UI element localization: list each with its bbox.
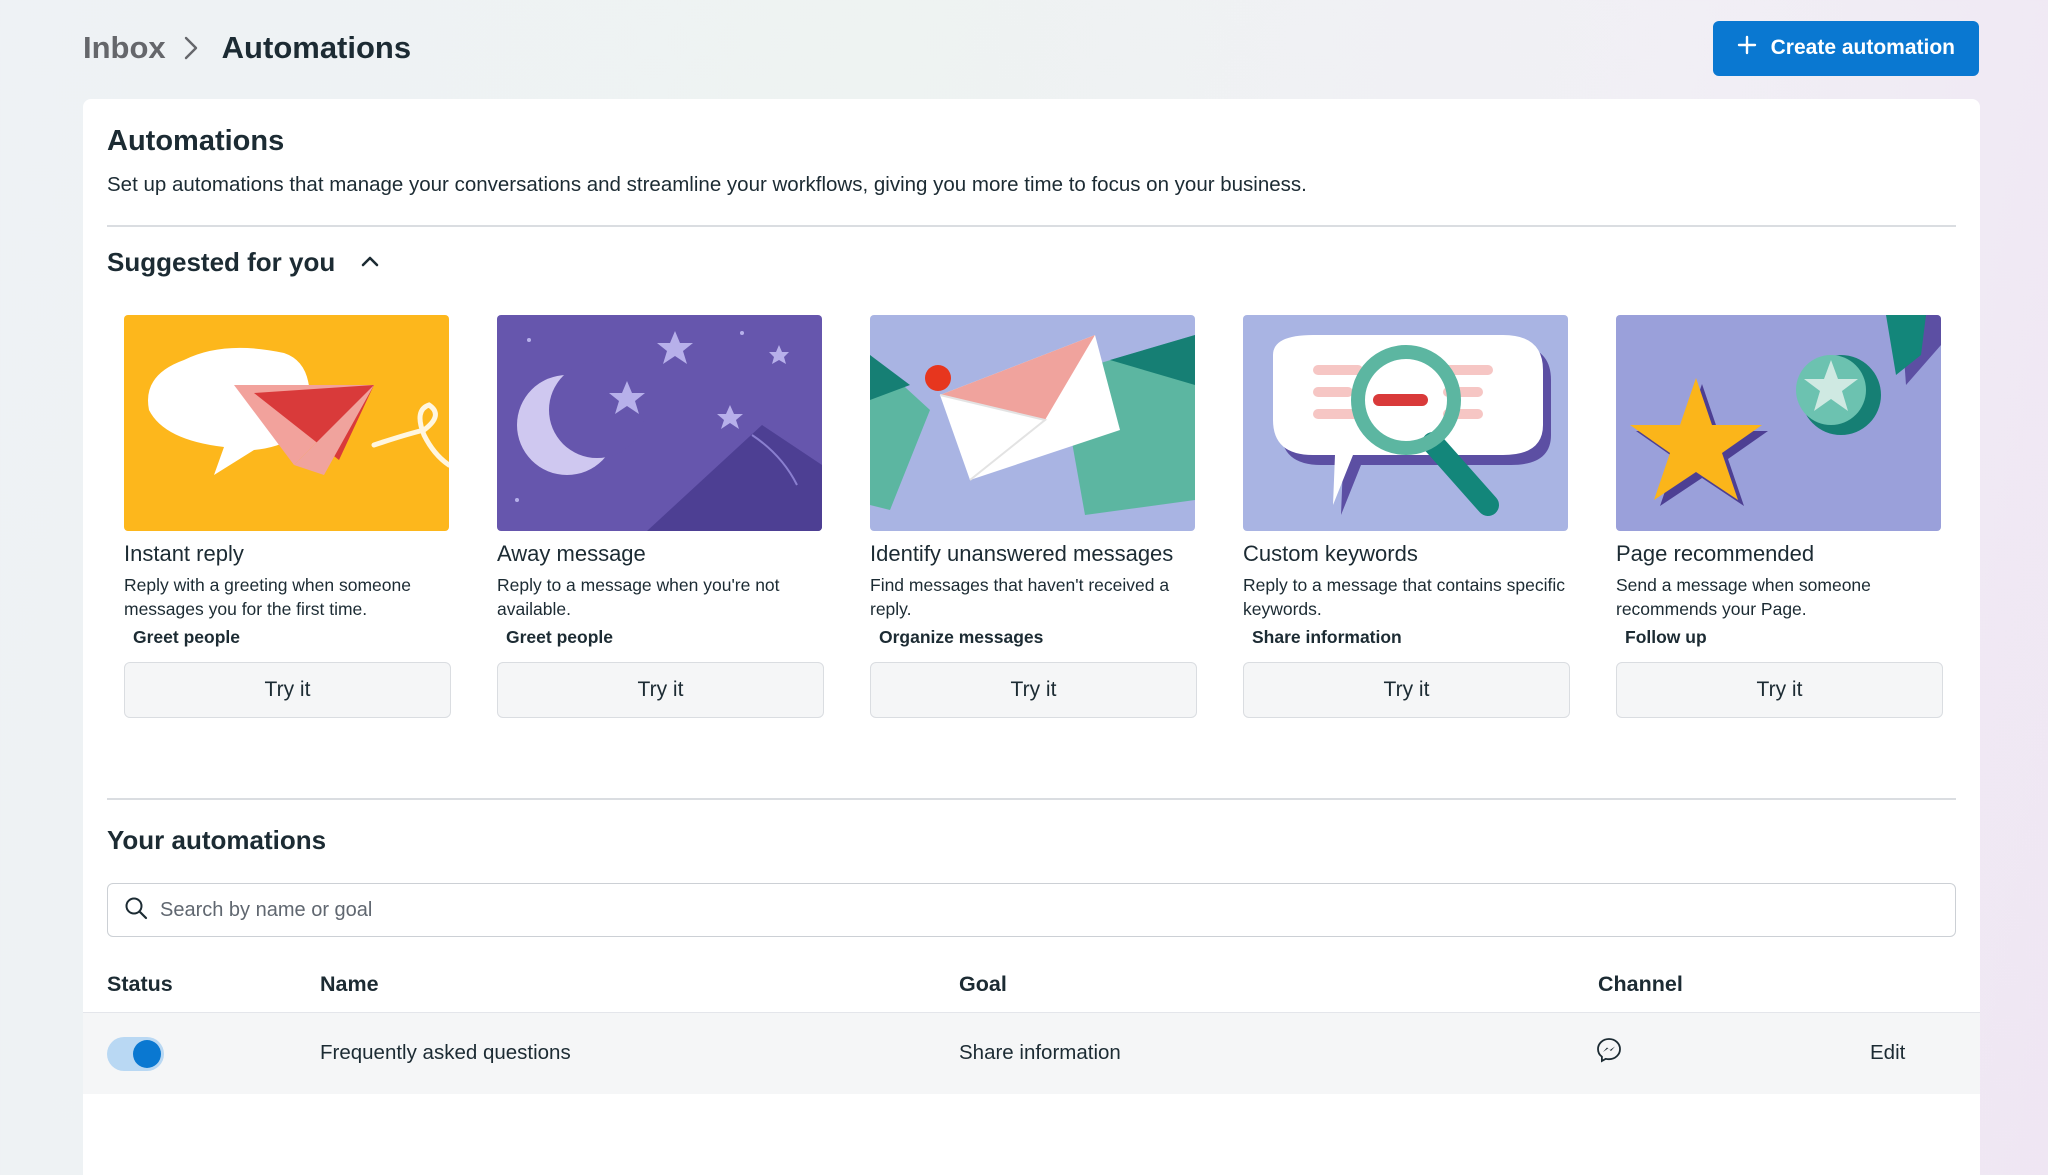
column-header-status: Status <box>107 972 173 996</box>
card-goal-tag: Greet people <box>133 627 240 647</box>
try-it-button[interactable]: Try it <box>497 662 824 718</box>
card-description: Reply to a message when you're not avail… <box>497 575 780 619</box>
card-goal-tag: Share information <box>1252 627 1402 647</box>
suggested-header[interactable]: Suggested for you <box>107 247 379 278</box>
card-away-message: Away message Reply to a message when you… <box>497 315 824 718</box>
chevron-up-icon[interactable] <box>361 254 379 272</box>
page-title: Automations <box>221 30 412 65</box>
card-description: Find messages that haven't received a re… <box>870 575 1170 619</box>
search-icon <box>124 896 148 925</box>
plus-icon <box>1737 35 1757 61</box>
status-toggle[interactable] <box>107 1037 164 1071</box>
automations-panel: Automations Set up automations that mana… <box>83 99 1980 1175</box>
card-title: Page recommended <box>1616 541 1815 566</box>
search-input[interactable] <box>160 898 1860 922</box>
card-instant-reply: Instant reply Reply with a greeting when… <box>124 315 451 718</box>
divider <box>107 798 1956 800</box>
card-page-recommended: Page recommended Send a message when som… <box>1616 315 1943 718</box>
top-bar: Inbox Automations Create automation <box>83 20 1979 76</box>
automation-name: Frequently asked questions <box>320 1041 571 1064</box>
card-title: Custom keywords <box>1243 541 1418 566</box>
try-it-button[interactable]: Try it <box>1243 662 1570 718</box>
try-it-button[interactable]: Try it <box>124 662 451 718</box>
messenger-icon <box>1597 1038 1621 1063</box>
card-goal-tag: Organize messages <box>879 627 1044 647</box>
divider <box>107 225 1956 227</box>
chevron-right-icon <box>184 34 204 62</box>
section-subtitle: Set up automations that manage your conv… <box>107 173 1307 196</box>
card-title: Instant reply <box>124 541 244 566</box>
page-recommended-illustration <box>1616 315 1941 531</box>
card-description: Send a message when someone recommends y… <box>1616 575 1871 619</box>
card-description: Reply with a greeting when someone messa… <box>124 575 411 619</box>
unanswered-messages-illustration <box>870 315 1195 531</box>
table-row[interactable]: Frequently asked questions Share informa… <box>83 1012 1980 1094</box>
create-automation-label: Create automation <box>1770 36 1955 59</box>
breadcrumb: Inbox Automations <box>83 30 411 66</box>
edit-link[interactable]: Edit <box>1870 1041 1905 1065</box>
card-title: Identify unanswered messages <box>870 541 1174 566</box>
card-description: Reply to a message that contains specifi… <box>1243 575 1565 619</box>
try-it-button[interactable]: Try it <box>870 662 1197 718</box>
search-box[interactable] <box>107 883 1956 937</box>
create-automation-button[interactable]: Create automation <box>1712 20 1979 76</box>
column-header-goal: Goal <box>959 972 1007 996</box>
card-custom-keywords: Custom keywords Reply to a message that … <box>1243 315 1570 718</box>
column-header-name: Name <box>320 972 379 996</box>
suggested-title: Suggested for you <box>107 247 336 277</box>
custom-keywords-illustration <box>1243 315 1568 531</box>
card-goal-tag: Greet people <box>506 627 613 647</box>
suggested-cards: Instant reply Reply with a greeting when… <box>124 315 1943 718</box>
card-title: Away message <box>497 541 646 566</box>
your-automations-title: Your automations <box>107 825 327 855</box>
breadcrumb-inbox-link[interactable]: Inbox <box>83 30 166 66</box>
instant-reply-illustration <box>124 315 449 531</box>
card-goal-tag: Follow up <box>1625 627 1707 647</box>
section-title: Automations <box>107 125 285 157</box>
toggle-knob <box>133 1040 161 1068</box>
card-identify-unanswered: Identify unanswered messages Find messag… <box>870 315 1197 718</box>
away-message-illustration <box>497 315 822 531</box>
automation-goal: Share information <box>959 1041 1121 1064</box>
try-it-button[interactable]: Try it <box>1616 662 1943 718</box>
column-header-channel: Channel <box>1598 972 1683 996</box>
